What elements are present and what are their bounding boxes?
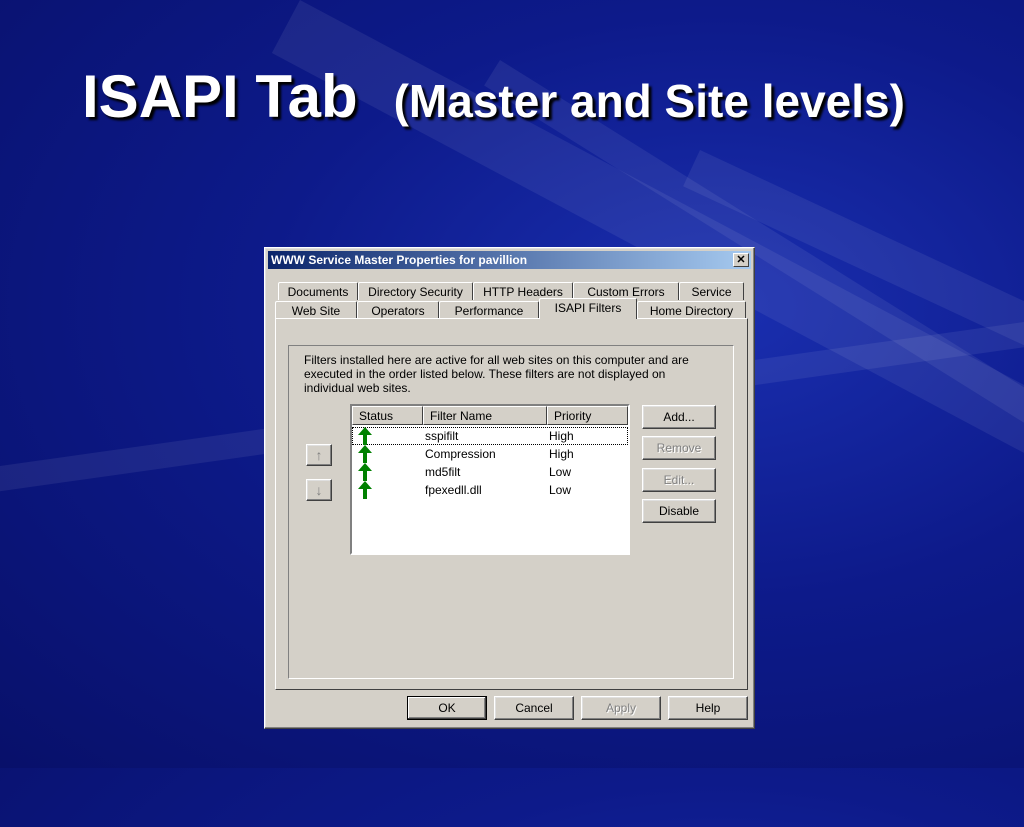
slide-title-main: ISAPI Tab	[82, 63, 358, 130]
filter-priority: Low	[549, 483, 572, 497]
tab-directory-security[interactable]: Directory Security	[358, 282, 473, 300]
tab-home-directory[interactable]: Home Directory	[637, 301, 746, 319]
edit-button[interactable]: Edit...	[642, 468, 716, 492]
close-button[interactable]: ✕	[733, 253, 749, 267]
tab-isapi-filters[interactable]: ISAPI Filters	[539, 298, 637, 319]
close-icon: ✕	[736, 254, 746, 266]
ok-button[interactable]: OK	[407, 696, 487, 720]
list-header: Status Filter Name Priority	[352, 406, 628, 425]
dialog-title: WWW Service Master Properties for pavill…	[271, 253, 528, 267]
add-button[interactable]: Add...	[642, 405, 716, 429]
move-up-icon: ↑	[315, 447, 323, 463]
filters-group: Filters installed here are active for al…	[288, 345, 734, 679]
slide-title: ISAPI Tab (Master and Site levels)	[82, 62, 905, 131]
list-item[interactable]: md5filt Low	[352, 463, 628, 481]
list-item[interactable]: fpexedll.dll Low	[352, 481, 628, 499]
properties-dialog: WWW Service Master Properties for pavill…	[264, 247, 755, 729]
remove-button[interactable]: Remove	[642, 436, 716, 460]
move-down-button[interactable]: ↓	[306, 479, 332, 501]
filter-name: sspifilt	[425, 429, 459, 443]
dialog-titlebar[interactable]: WWW Service Master Properties for pavill…	[268, 251, 751, 269]
move-down-icon: ↓	[315, 482, 323, 498]
filters-description: Filters installed here are active for al…	[304, 353, 689, 395]
move-up-button[interactable]: ↑	[306, 444, 332, 466]
filters-list[interactable]: Status Filter Name Priority sspifilt Hig…	[350, 404, 630, 555]
green-up-arrow-icon	[358, 427, 372, 445]
disable-button[interactable]: Disable	[642, 499, 716, 523]
filter-name: md5filt	[425, 465, 461, 479]
isapi-filters-panel: Filters installed here are active for al…	[275, 318, 748, 690]
column-filter-name[interactable]: Filter Name	[423, 406, 547, 425]
green-up-arrow-icon	[358, 481, 372, 499]
tab-performance[interactable]: Performance	[439, 301, 539, 319]
list-item[interactable]: Compression High	[352, 445, 628, 463]
column-priority[interactable]: Priority	[547, 406, 628, 425]
column-status[interactable]: Status	[352, 406, 423, 425]
slide-title-subtitle: (Master and Site levels)	[393, 75, 905, 127]
tab-web-site[interactable]: Web Site	[275, 301, 357, 319]
apply-button[interactable]: Apply	[581, 696, 661, 720]
filter-priority: High	[549, 429, 574, 443]
tab-service[interactable]: Service	[679, 282, 744, 300]
green-up-arrow-icon	[358, 463, 372, 481]
cancel-button[interactable]: Cancel	[494, 696, 574, 720]
help-button[interactable]: Help	[668, 696, 748, 720]
tab-operators[interactable]: Operators	[357, 301, 439, 319]
filter-priority: High	[549, 447, 574, 461]
list-item[interactable]: sspifilt High	[352, 427, 628, 445]
tab-documents[interactable]: Documents	[278, 282, 358, 300]
filter-name: fpexedll.dll	[425, 483, 482, 497]
filter-name: Compression	[425, 447, 496, 461]
filter-priority: Low	[549, 465, 572, 479]
green-up-arrow-icon	[358, 445, 372, 463]
